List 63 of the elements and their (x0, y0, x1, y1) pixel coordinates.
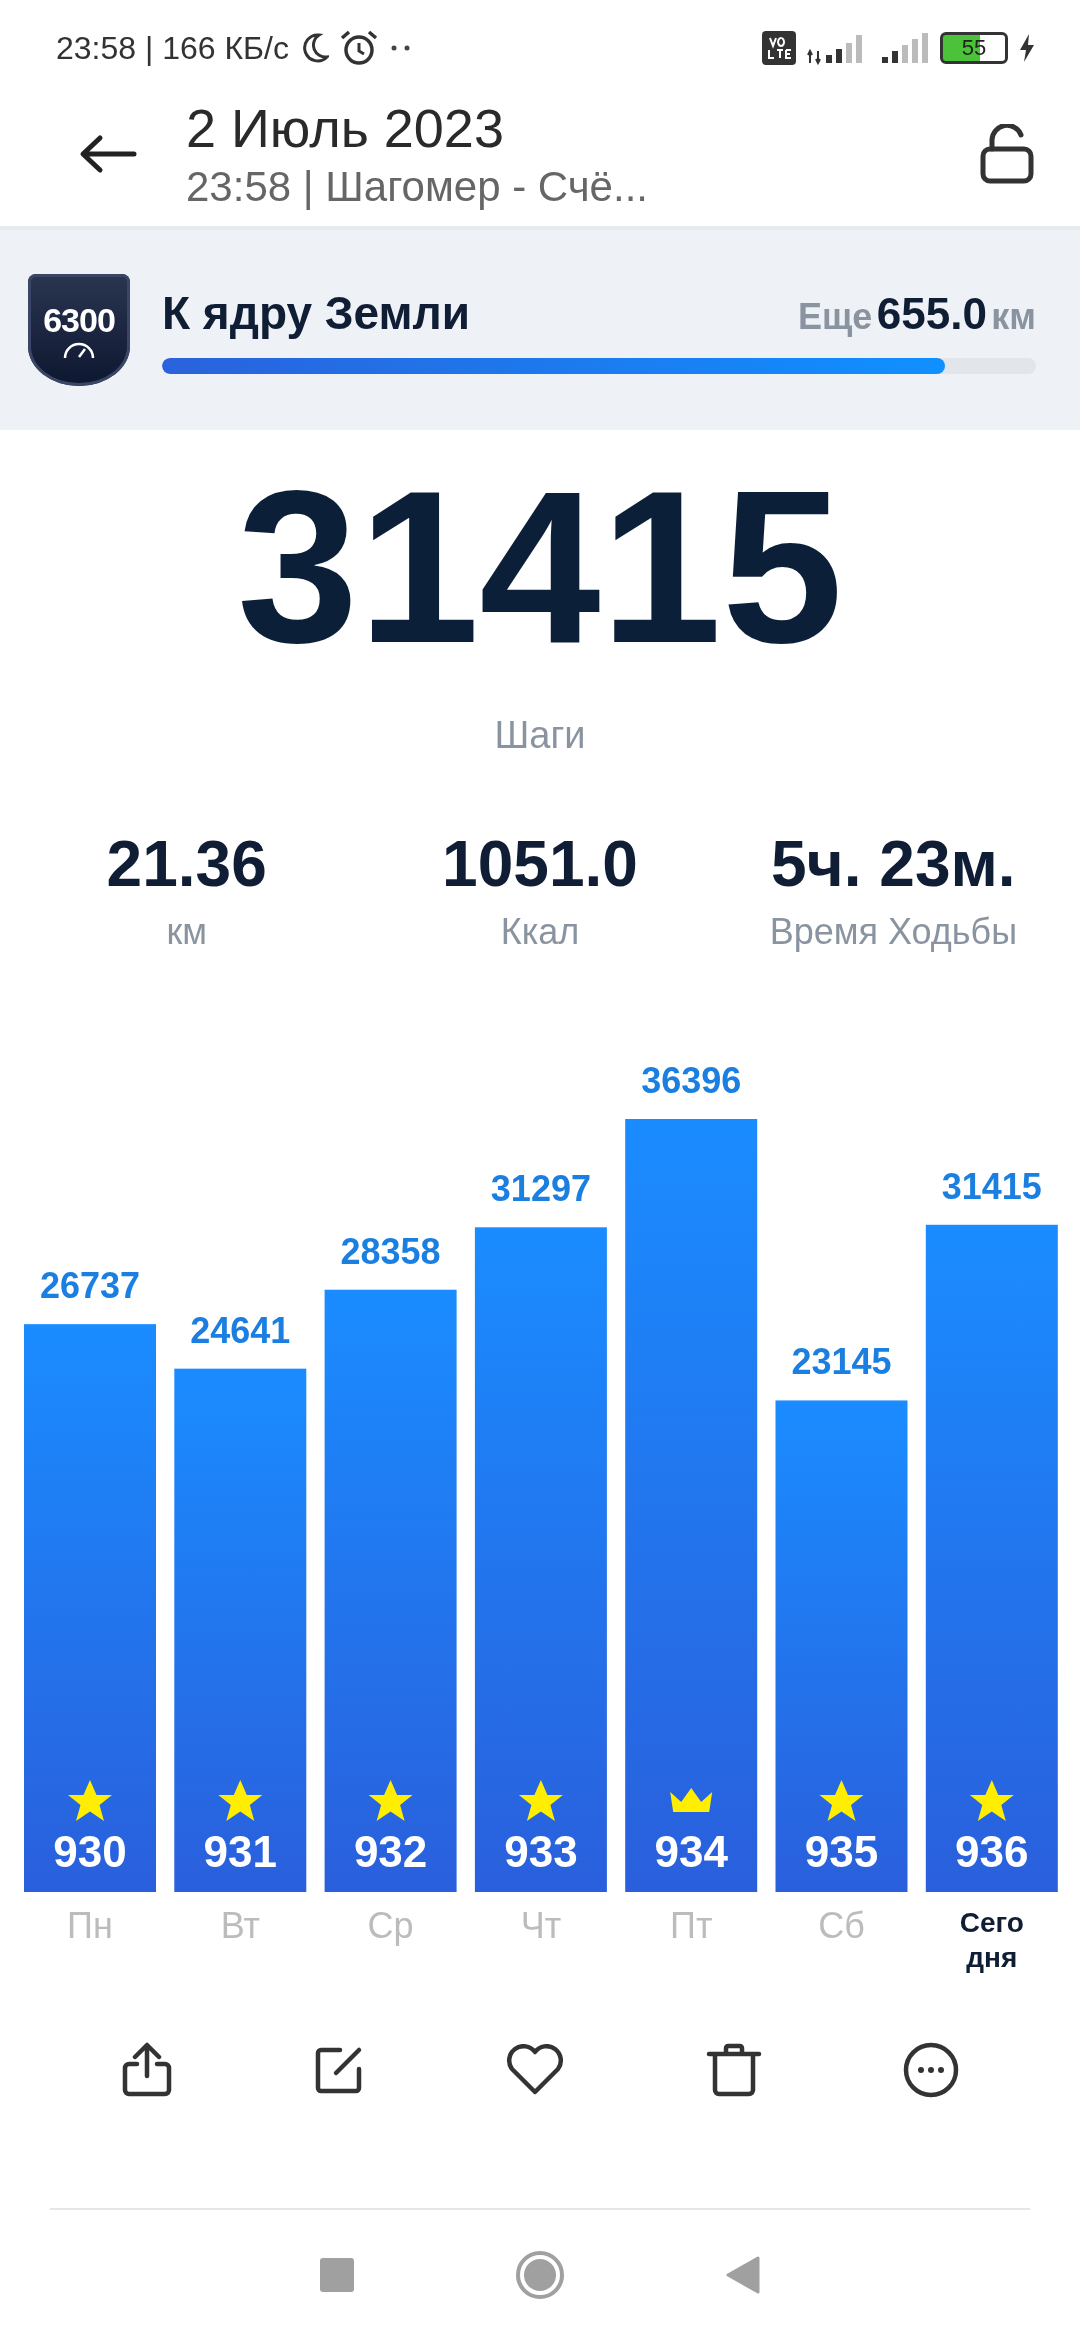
back-button[interactable] (725, 2256, 760, 2294)
charging-icon (1018, 33, 1036, 63)
star-icon (68, 1780, 112, 1821)
stat-value: 21.36 (106, 827, 267, 901)
bar-badge-number: 931 (203, 1827, 277, 1876)
bar-badge-number: 936 (955, 1827, 1029, 1876)
bar-badge-number: 933 (504, 1827, 578, 1876)
day-label[interactable]: Пн (24, 1905, 156, 1975)
bar-value-label: 36396 (641, 1060, 742, 1101)
bar-value-label: 23145 (791, 1341, 892, 1383)
stat-label: Время Ходьбы (769, 911, 1018, 953)
steps-label: Шаги (493, 714, 587, 757)
bar-value-label: 28358 (340, 1230, 441, 1272)
day-label[interactable]: Чт (474, 1905, 607, 1975)
recents-button[interactable] (320, 2258, 355, 2292)
back-arrow-icon[interactable] (78, 134, 138, 174)
stat-label: Ккал (500, 911, 580, 953)
signal-icon (880, 31, 930, 65)
chart-bar[interactable] (625, 1119, 758, 1892)
day-label[interactable]: Ср (324, 1905, 457, 1975)
step-count: 31415 (235, 458, 845, 676)
day-label[interactable]: Сегодня (956, 1905, 1027, 1975)
bar-badge-number: 934 (654, 1827, 728, 1876)
bar-value-label: 31415 (941, 1165, 1042, 1207)
chart-bar[interactable] (324, 1289, 457, 1892)
chart-bar[interactable] (474, 1227, 607, 1892)
star-icon (218, 1780, 263, 1821)
trash-icon[interactable] (705, 2043, 762, 2097)
stat-value: 1051.0 (442, 827, 638, 901)
home-button[interactable] (515, 2250, 565, 2300)
bar-badge-number: 932 (353, 1827, 428, 1876)
day-label[interactable]: Сб (775, 1905, 908, 1975)
share-icon[interactable] (120, 2042, 173, 2098)
star-icon (969, 1780, 1014, 1821)
unlocked-padlock-icon[interactable] (980, 124, 1034, 184)
status-time: 23:58 | 166 КБ/с (56, 29, 289, 67)
stat-label: км (166, 911, 207, 953)
alarm-icon (339, 30, 379, 66)
crown-icon (670, 1788, 713, 1812)
bar-value-label: 31297 (490, 1168, 591, 1210)
chart-bar[interactable] (925, 1224, 1058, 1892)
stat-value: 5ч. 23м. (771, 827, 1016, 901)
goal-banner[interactable]: 6300 К ядру Земли Еще655.0 км (0, 226, 1080, 430)
more-icon[interactable] (903, 2042, 960, 2098)
bar-value-label: 24641 (190, 1309, 291, 1351)
volte-icon (762, 31, 796, 65)
bar-badge-number: 930 (53, 1827, 127, 1876)
star-icon (518, 1780, 563, 1821)
star-icon (819, 1780, 864, 1821)
page-subtitle: 23:58 | Шагомер - Счё... (186, 163, 649, 211)
goal-badge: 6300 (28, 274, 130, 386)
goal-remaining: Еще655.0 км (797, 289, 1036, 339)
chart-bar[interactable] (174, 1368, 307, 1892)
bar-value-label: 26737 (39, 1265, 141, 1307)
star-icon (368, 1780, 413, 1821)
heart-icon[interactable] (506, 2044, 564, 2096)
chart-bar[interactable] (775, 1400, 908, 1892)
page-title: 2 Июль 2023 (186, 97, 505, 159)
bar-badge-number: 935 (804, 1827, 879, 1876)
chart-bar[interactable] (24, 1324, 156, 1892)
goal-title: К ядру Земли (162, 286, 471, 340)
day-label[interactable]: Вт (174, 1905, 307, 1975)
day-label[interactable]: Пт (625, 1905, 758, 1975)
